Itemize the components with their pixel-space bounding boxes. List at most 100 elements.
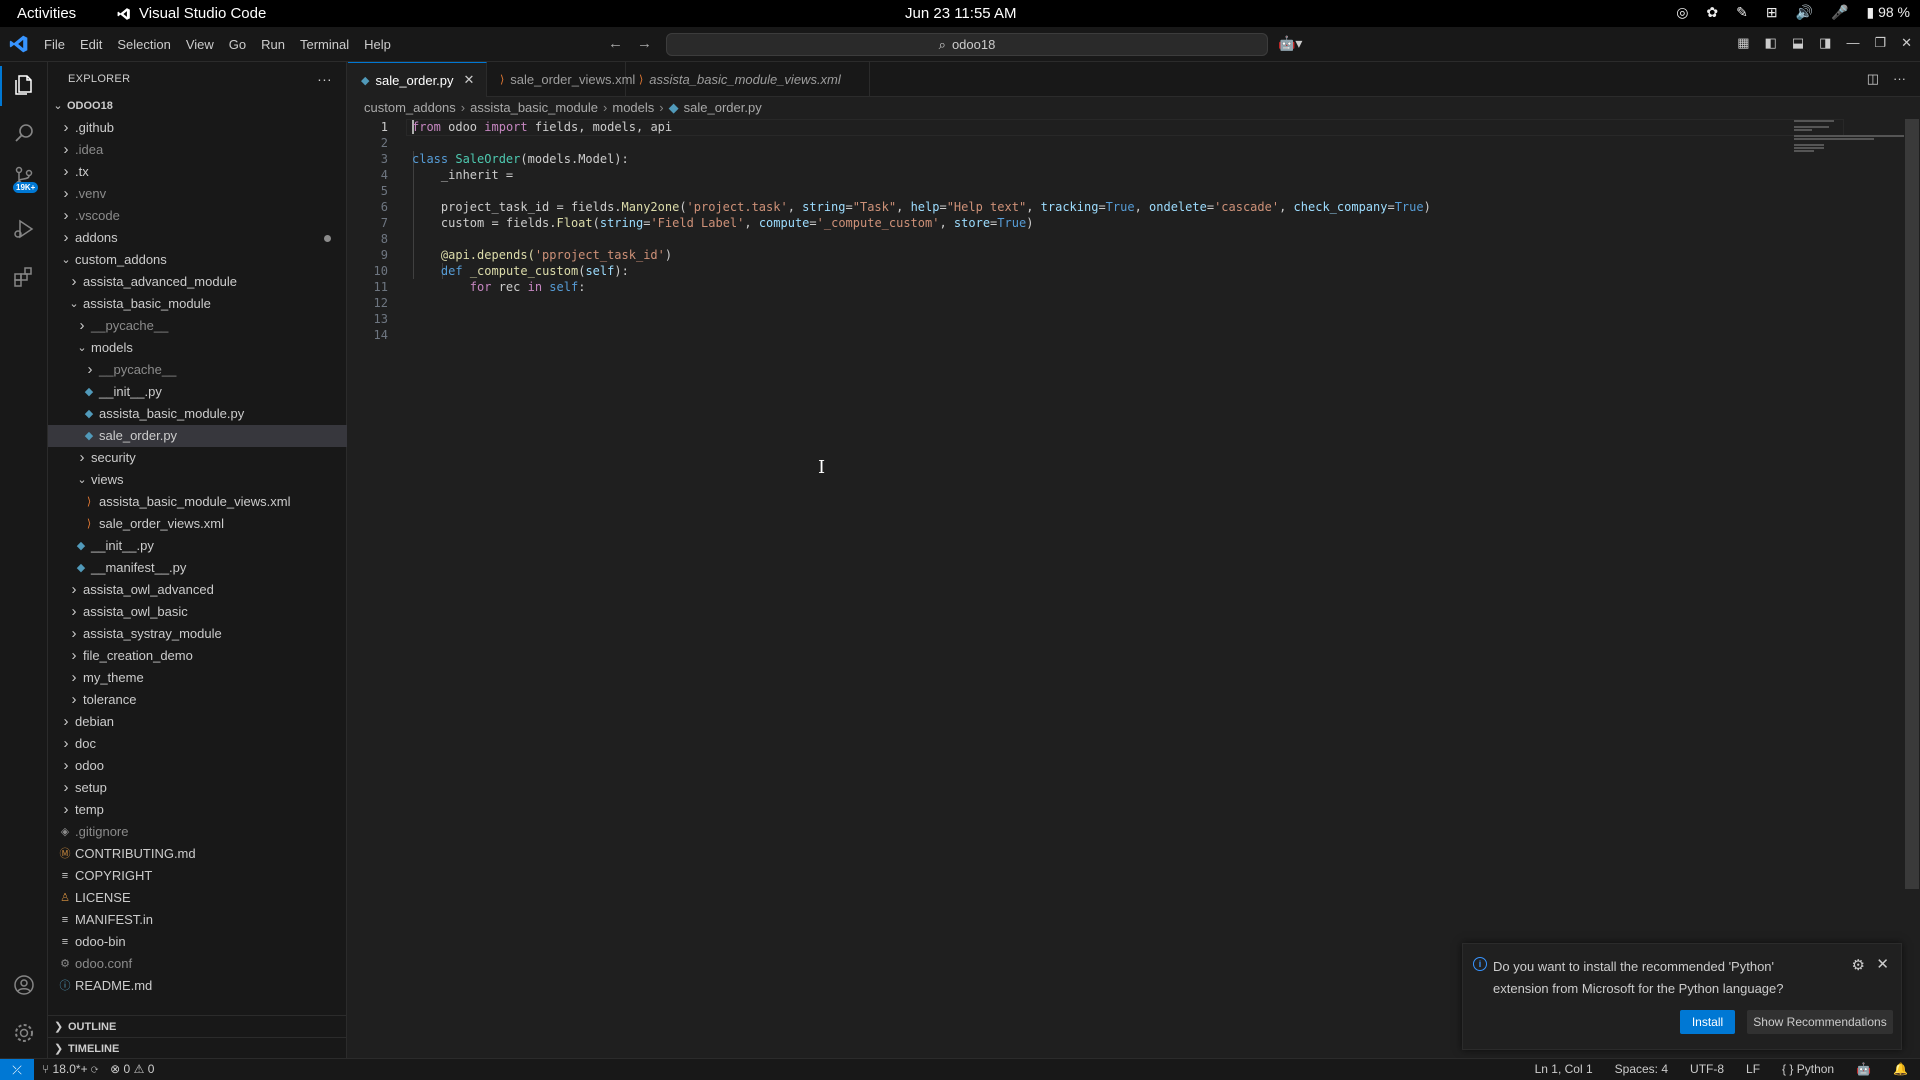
tab-assista-basic-module-views-xml[interactable]: ⟩ assista_basic_module_views.xml [626,62,870,97]
tree-file[interactable]: ⟩ assista_basic_module_views.xml [48,491,347,513]
tree-file[interactable]: ⚙ odoo.conf [48,953,347,975]
breadcrumb-item[interactable]: custom_addons [364,99,456,121]
menu-help[interactable]: Help [358,37,397,52]
tree-folder[interactable]: › odoo [48,755,347,777]
close-notification-icon[interactable]: ✕ [1876,955,1889,973]
cursor-position[interactable]: Ln 1, Col 1 [1535,1062,1593,1076]
toggle-sidebar-icon[interactable]: ◧ [1765,35,1777,51]
clock[interactable]: Jun 23 11:55 AM [905,5,1016,22]
copilot-icon[interactable]: 🤖▾ [1278,35,1302,52]
remote-indicator-icon[interactable]: ⤫ [0,1059,34,1080]
end-of-line[interactable]: LF [1746,1062,1760,1076]
menu-terminal[interactable]: Terminal [294,37,355,52]
encoding[interactable]: UTF-8 [1690,1062,1724,1076]
tree-folder[interactable]: › .venv [48,183,347,205]
tree-file[interactable]: ⟩ sale_order_views.xml [48,513,347,535]
breadcrumb-item[interactable]: models [612,99,654,121]
tree-folder[interactable]: › assista_systray_module [48,623,347,645]
breadcrumb-item[interactable]: assista_basic_module [470,99,598,121]
tree-file[interactable]: ◆ sale_order.py [48,425,347,447]
tree-folder[interactable]: › assista_owl_basic [48,601,347,623]
tree-file[interactable]: ◆ __manifest__.py [48,557,347,579]
tree-folder[interactable]: › addons [48,227,347,249]
close-tab-icon[interactable]: ✕ [464,72,475,88]
forward-arrow-icon[interactable]: → [637,35,652,52]
code-editor[interactable]: 1 from odoo import fields, models, api 2 3 c… [348,119,1906,1062]
extension-icon[interactable]: ✿ [1706,4,1718,21]
explorer-more-actions-icon[interactable]: ··· [317,71,332,87]
restore-icon[interactable]: ❐ [1874,35,1886,51]
notifications-bell-icon[interactable]: 🔔 [1893,1062,1908,1076]
run-debug-icon[interactable] [11,216,37,242]
steam-icon[interactable]: ◎ [1676,4,1688,21]
tab-sale-order-views-xml[interactable]: ⟩ sale_order_views.xml [487,62,635,97]
mic-icon[interactable]: 🎤 [1831,4,1848,21]
tree-file[interactable]: ≡ odoo-bin [48,931,347,953]
battery-indicator[interactable]: ▮ 98 % [1866,4,1910,21]
menu-file[interactable]: File [38,37,71,52]
tree-folder[interactable]: › file_creation_demo [48,645,347,667]
tree-file[interactable]: ♙ LICENSE [48,887,347,909]
tree-folder[interactable]: › assista_owl_advanced [48,579,347,601]
menu-run[interactable]: Run [255,37,291,52]
explorer-icon[interactable] [11,72,37,98]
tree-folder[interactable]: › temp [48,799,347,821]
tree-folder[interactable]: ⌄ models [48,337,347,359]
toggle-panel-icon[interactable]: ⬓ [1792,35,1804,51]
activities-button[interactable]: Activities [17,5,76,22]
menu-go[interactable]: Go [223,37,252,52]
command-center-search[interactable]: ⌕ odoo18 [666,33,1268,56]
tree-file[interactable]: ◆ __init__.py [48,535,347,557]
app-menu[interactable]: Visual Studio Code [117,5,266,22]
more-actions-icon[interactable]: ··· [1893,71,1906,87]
close-window-icon[interactable]: ✕ [1901,35,1912,51]
tree-folder[interactable]: › .idea [48,139,347,161]
tree-folder[interactable]: › __pycache__ [48,359,347,381]
notification-settings-gear-icon[interactable]: ⚙ [1852,956,1865,974]
tree-folder[interactable]: ⌄ ODOO18 [48,95,347,117]
volume-icon[interactable]: 🔊 [1796,4,1813,21]
extensions-icon[interactable] [11,264,37,290]
menu-view[interactable]: View [180,37,220,52]
indentation[interactable]: Spaces: 4 [1615,1062,1668,1076]
tree-folder[interactable]: › .tx [48,161,347,183]
language-mode[interactable]: { } Python [1782,1062,1834,1076]
copilot-status-icon[interactable]: 🤖 [1856,1062,1871,1076]
install-button[interactable]: Install [1680,1010,1735,1034]
tab-sale-order-py[interactable]: ◆ sale_order.py ✕ [348,62,487,97]
split-editor-icon[interactable]: ◫ [1867,71,1879,87]
tree-file[interactable]: ◈ .gitignore [48,821,347,843]
menu-edit[interactable]: Edit [74,37,108,52]
tree-folder[interactable]: › assista_advanced_module [48,271,347,293]
menu-selection[interactable]: Selection [111,37,176,52]
toggle-secondary-sidebar-icon[interactable]: ◨ [1819,35,1831,51]
network-icon[interactable]: ⊞ [1766,4,1778,21]
tree-file[interactable]: ≡ COPYRIGHT [48,865,347,887]
pen-icon[interactable]: ✎ [1736,4,1748,21]
tree-file[interactable]: ◆ __init__.py [48,381,347,403]
tree-folder[interactable]: › my_theme [48,667,347,689]
search-view-icon[interactable] [11,120,37,146]
minimap[interactable] [1794,120,1904,180]
breadcrumb-item[interactable]: sale_order.py [684,99,762,121]
problems-indicator[interactable]: ⊗ 0 ⚠ 0 [110,1062,154,1076]
editor-overview-ruler[interactable] [1905,119,1919,889]
accounts-icon[interactable] [11,972,37,998]
tree-folder[interactable]: › .github [48,117,347,139]
tree-folder[interactable]: ⌄ custom_addons [48,249,347,271]
minimize-icon[interactable]: — [1846,35,1859,51]
tree-folder[interactable]: › __pycache__ [48,315,347,337]
show-recommendations-button[interactable]: Show Recommendations [1747,1010,1893,1034]
customize-layout-icon[interactable]: ▦ [1737,35,1749,51]
tree-folder[interactable]: › debian [48,711,347,733]
timeline-section[interactable]: ❯ TIMELINE [48,1037,347,1059]
tree-file[interactable]: Ⓜ CONTRIBUTING.md [48,843,347,865]
manage-gear-icon[interactable] [11,1020,37,1046]
git-branch[interactable]: ⑂ 18.0*+ ⟳ [42,1062,98,1076]
tree-folder[interactable]: › .vscode [48,205,347,227]
back-arrow-icon[interactable]: ← [608,35,623,52]
tree-folder[interactable]: ⌄ views [48,469,347,491]
tree-file[interactable]: ≡ MANIFEST.in [48,909,347,931]
tree-folder[interactable]: › security [48,447,347,469]
tree-folder[interactable]: › doc [48,733,347,755]
